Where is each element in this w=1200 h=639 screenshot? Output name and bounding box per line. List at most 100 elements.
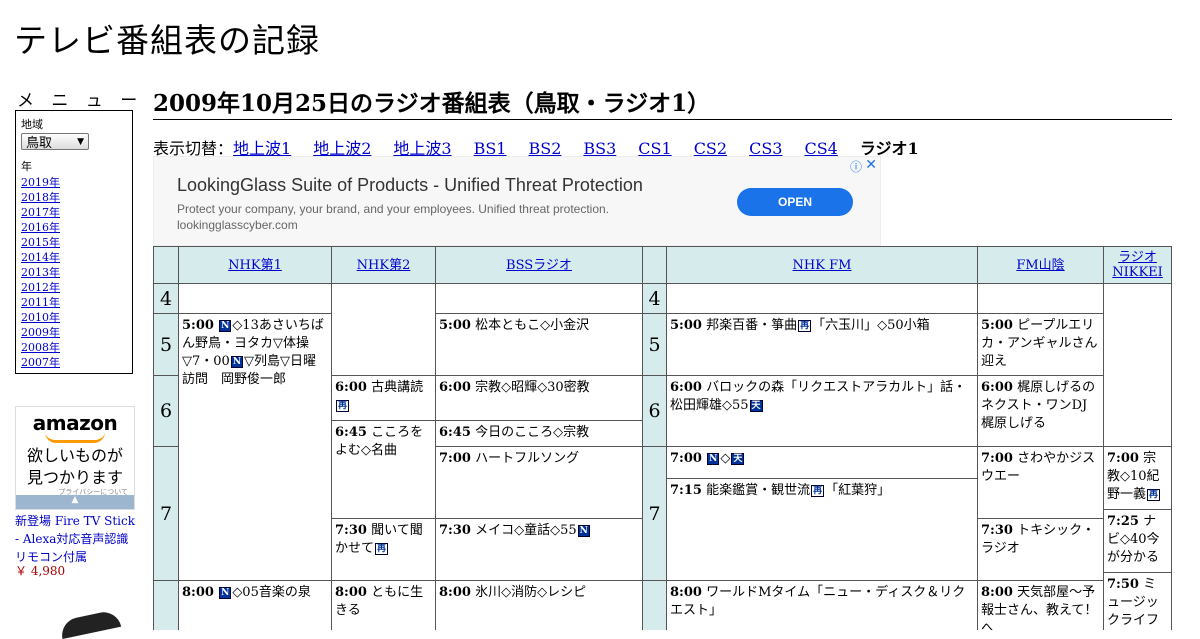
year-link[interactable]: 2007年 (21, 355, 127, 370)
product-image[interactable] (58, 608, 122, 639)
program-time: 6:00 (439, 380, 471, 395)
program-cell[interactable]: 8:00 ワールドMタイム「ニュー・ディスク＆リクエスト」 (666, 580, 978, 630)
program-time: 6:00 (981, 380, 1013, 395)
rebroadcast-icon: 再 (798, 320, 812, 332)
program-cell[interactable]: 7:30 トキシック・ラジオ (977, 518, 1104, 581)
program-time: 8:00 (670, 585, 702, 600)
ad-url[interactable]: lookingglasscyber.com (177, 218, 298, 232)
program-cell[interactable]: 5:00 ピープルエリカ・アンギャルさん迎え (977, 313, 1104, 376)
program-title: バロックの森「リクエストアラカルト」話・松田輝雄◇55 (670, 380, 967, 413)
hour-label (642, 580, 667, 630)
amazon-scroll-bar[interactable]: ▲ (16, 495, 134, 509)
year-link[interactable]: 2017年 (21, 205, 127, 220)
program-cell[interactable]: 6:45 今日のこころ◇宗教 (435, 420, 643, 447)
program-cell[interactable]: 7:30 メイコ◇童話◇55 N (435, 518, 643, 581)
channel-link-nhkfm[interactable]: NHK FM (793, 258, 852, 273)
ad-title[interactable]: LookingGlass Suite of Products - Unified… (177, 175, 643, 196)
channel-header: ラジオ NIKKEI (1103, 246, 1172, 284)
hour-label: 5 (642, 313, 667, 376)
year-link[interactable]: 2019年 (21, 175, 127, 190)
hour-label: 5 (153, 313, 179, 376)
year-link[interactable]: 2015年 (21, 235, 127, 250)
channel-link-bss[interactable]: BSSラジオ (506, 258, 572, 273)
program-cell[interactable]: 7:25 ナビ◇40今が分かる (1103, 509, 1172, 573)
amazon-logo: amazon (32, 411, 118, 435)
program-cell[interactable]: 6:00 古典講読再 (331, 375, 436, 421)
channel-link-nhk2[interactable]: NHK第2 (357, 258, 411, 273)
amazon-ad-banner[interactable]: amazon 欲しいものが 見つかります プライバシーについて ▲ (15, 406, 135, 510)
program-time: 6:45 (335, 425, 367, 440)
program-time: 6:00 (335, 380, 367, 395)
program-time: 5:00 (670, 318, 702, 333)
year-link[interactable]: 2012年 (21, 280, 127, 295)
program-time: 5:00 (439, 318, 471, 333)
news-icon: N (707, 453, 720, 465)
program-cell (435, 283, 643, 314)
program-cell (1103, 283, 1172, 447)
program-cell (977, 283, 1104, 314)
channel-link-fmsanin[interactable]: FM山陰 (1016, 258, 1064, 273)
program-time: 8:00 (439, 585, 471, 600)
stereo-icon: 天 (749, 400, 763, 412)
ad-open-button[interactable]: OPEN (737, 188, 853, 216)
program-cell[interactable]: 6:00 宗教◇昭輝◇30密教 (435, 375, 643, 421)
channel-link-nhk1[interactable]: NHK第1 (228, 258, 282, 273)
year-link[interactable]: 2014年 (21, 250, 127, 265)
year-link[interactable]: 2013年 (21, 265, 127, 280)
program-cell[interactable]: 6:45 こころをよむ◇名曲 (331, 420, 436, 519)
program-time: 8:00 (182, 585, 214, 600)
program-cell[interactable]: 8:00 ともに生きる (331, 580, 436, 630)
program-cell[interactable]: 8:00 天気部屋～予報士さん、教えて！へ (977, 580, 1104, 630)
menu-label: メ ニ ュ ー (17, 91, 144, 111)
hour-label: 6 (642, 375, 667, 447)
chevron-up-icon: ▲ (71, 495, 79, 505)
news-icon: N (219, 587, 232, 599)
news-icon: N (577, 525, 590, 537)
program-cell[interactable]: 5:00 N ◇13あさいちばん野鳥・ヨタカ▽体操▽7・00 N ▽列島▽日曜訪問 岡… (178, 313, 332, 581)
program-title: 邦楽百番・箏曲 (706, 318, 798, 333)
year-link[interactable]: 2008年 (21, 340, 127, 355)
close-icon[interactable]: ✕ (865, 156, 877, 173)
program-time: 8:00 (335, 585, 367, 600)
year-link[interactable]: 2009年 (21, 325, 127, 340)
channel-header: NHK第2 (331, 246, 436, 284)
program-cell (331, 283, 436, 376)
channel-header: NHK第1 (178, 246, 332, 284)
program-title: 能楽鑑賞・観世流 (706, 483, 811, 498)
info-icon[interactable]: ⓘ (850, 158, 862, 175)
program-cell[interactable]: 7:15 能楽鑑賞・観世流再「紅葉狩」 (666, 478, 978, 581)
program-title: 宗教◇昭輝◇30密教 (475, 380, 590, 395)
program-title: 古典講読 (371, 380, 424, 395)
program-cell[interactable]: 7:00 宗教◇10紀野一義再 (1103, 446, 1172, 510)
product-link[interactable]: 新登場 Fire TV Stick - Alexa対応音声認識リモコン付属 (15, 512, 140, 566)
program-cell[interactable]: 5:00 松本ともこ◇小金沢 (435, 313, 643, 376)
region-select[interactable]: 鳥取 ▼ (21, 133, 89, 151)
year-link[interactable]: 2018年 (21, 190, 127, 205)
year-link[interactable]: 2011年 (21, 295, 127, 310)
program-cell[interactable]: 8:00 氷川◇消防◇レシピ (435, 580, 643, 630)
program-cell[interactable]: 7:00 ハートフルソング (435, 446, 643, 519)
program-cell[interactable]: 7:50 ミュージックライフ (1103, 572, 1172, 630)
year-link[interactable]: 2010年 (21, 310, 127, 325)
program-cell[interactable]: 5:00 邦楽百番・箏曲再「六玉川」◇50小箱 (666, 313, 978, 376)
channel-link-radionikkei[interactable]: ラジオ NIKKEI (1108, 250, 1167, 280)
program-cell[interactable]: 7:00 N ◇ 天 (666, 446, 978, 479)
program-title: 松本ともこ◇小金沢 (475, 318, 590, 333)
ad-banner[interactable]: LookingGlass Suite of Products - Unified… (153, 156, 881, 246)
program-time: 5:00 (182, 318, 214, 333)
program-time: 7:30 (335, 523, 367, 538)
program-cell[interactable]: 6:00 梶原しげるのネクスト・ワンDJ 梶原しげる (977, 375, 1104, 447)
year-link[interactable]: 2016年 (21, 220, 127, 235)
program-cell[interactable]: 7:30 聞いて聞かせて再 (331, 518, 436, 581)
stereo-icon: 天 (731, 453, 745, 465)
program-time: 6:00 (670, 380, 702, 395)
program-cell[interactable]: 7:00 さわやかジスウエー (977, 446, 1104, 519)
channel-header: BSSラジオ (435, 246, 643, 284)
program-cell[interactable]: 8:00 N ◇05音楽の泉 (178, 580, 332, 630)
news-icon: N (219, 320, 232, 332)
hour-label: 4 (153, 283, 179, 314)
product-price: ￥ 4,980 (15, 564, 66, 578)
program-time: 6:45 (439, 425, 471, 440)
program-cell[interactable]: 6:00 バロックの森「リクエストアラカルト」話・松田輝雄◇55 天 (666, 375, 978, 447)
ad-description: Protect your company, your brand, and yo… (177, 202, 610, 216)
